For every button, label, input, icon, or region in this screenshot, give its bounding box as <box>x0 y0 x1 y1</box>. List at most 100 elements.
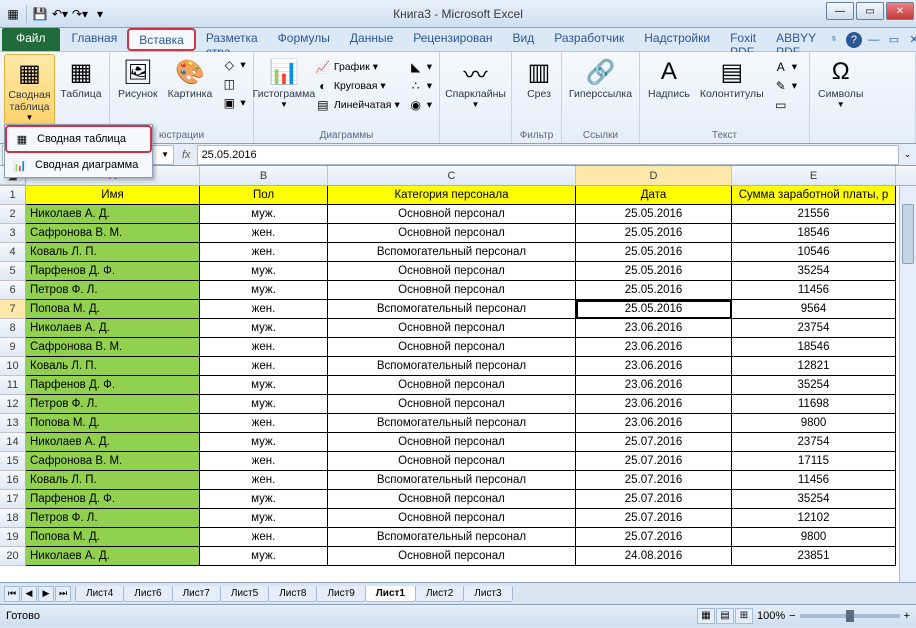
tab-formulas[interactable]: Формулы <box>268 28 340 51</box>
cell-date[interactable]: 25.05.2016 <box>576 243 732 262</box>
cell-category[interactable]: Основной персонал <box>328 452 576 471</box>
object-button[interactable]: ▭ <box>770 96 800 114</box>
picture-button[interactable]: 🖼 Рисунок <box>114 54 162 102</box>
view-normal-icon[interactable]: ▦ <box>697 608 715 624</box>
header-cell[interactable]: Дата <box>576 186 732 205</box>
row-header[interactable]: 15 <box>0 452 26 471</box>
cell-name[interactable]: Сафронова В. М. <box>26 452 200 471</box>
excel-icon[interactable]: ▦ <box>4 5 22 23</box>
cell-date[interactable]: 25.05.2016 <box>576 300 732 319</box>
cell-date[interactable]: 25.07.2016 <box>576 452 732 471</box>
doc-restore-icon[interactable]: ▭ <box>886 32 902 48</box>
cell-sex[interactable]: муж. <box>200 262 328 281</box>
menu-pivot-table[interactable]: ▦ Сводная таблица <box>5 125 152 153</box>
tab-foxit[interactable]: Foxit PDF <box>720 28 766 51</box>
redo-icon[interactable]: ↷▾ <box>71 5 89 23</box>
cell-name[interactable]: Коваль Л. П. <box>26 243 200 262</box>
undo-icon[interactable]: ↶▾ <box>51 5 69 23</box>
sheet-tab[interactable]: Лист8 <box>268 586 317 602</box>
cell-name[interactable]: Парфенов Д. Ф. <box>26 262 200 281</box>
cell-name[interactable]: Попова М. Д. <box>26 414 200 433</box>
cell-category[interactable]: Вспомогательный персонал <box>328 243 576 262</box>
col-header-e[interactable]: E <box>732 166 896 185</box>
cell-name[interactable]: Николаев А. Д. <box>26 205 200 224</box>
row-header[interactable]: 16 <box>0 471 26 490</box>
cell-sex[interactable]: муж. <box>200 490 328 509</box>
slicer-button[interactable]: ▥ Срез <box>516 54 562 102</box>
zoom-slider[interactable] <box>800 614 900 618</box>
cell-sum[interactable]: 12821 <box>732 357 896 376</box>
sheet-tab[interactable]: Лист1 <box>365 586 416 602</box>
sheet-tab[interactable]: Лист3 <box>463 586 512 602</box>
cell-sex[interactable]: муж. <box>200 509 328 528</box>
wordart-button[interactable]: A▾ <box>770 58 800 76</box>
chart-area-button[interactable]: ◣▾ <box>405 58 435 76</box>
tab-view[interactable]: Вид <box>503 28 545 51</box>
clipart-button[interactable]: 🎨 Картинка <box>164 54 217 102</box>
row-header[interactable]: 1 <box>0 186 26 205</box>
cell-sex[interactable]: жен. <box>200 338 328 357</box>
cell-sum[interactable]: 35254 <box>732 376 896 395</box>
cell-category[interactable]: Вспомогательный персонал <box>328 528 576 547</box>
tab-addins[interactable]: Надстройки <box>634 28 720 51</box>
cell-sex[interactable]: жен. <box>200 243 328 262</box>
zoom-level[interactable]: 100% <box>757 610 785 622</box>
minimize-button[interactable]: — <box>826 2 854 20</box>
cell-sum[interactable]: 11698 <box>732 395 896 414</box>
cell-sex[interactable]: муж. <box>200 205 328 224</box>
cell-sum[interactable]: 9800 <box>732 414 896 433</box>
sparklines-button[interactable]: 〰 Спарклайны ▼ <box>444 54 507 111</box>
cell-name[interactable]: Попова М. Д. <box>26 300 200 319</box>
cell-sex[interactable]: муж. <box>200 395 328 414</box>
cell-category[interactable]: Основной персонал <box>328 224 576 243</box>
cell-sum[interactable]: 12102 <box>732 509 896 528</box>
cell-category[interactable]: Основной персонал <box>328 262 576 281</box>
tab-home[interactable]: Главная <box>62 28 128 51</box>
cell-date[interactable]: 23.06.2016 <box>576 357 732 376</box>
tab-file[interactable]: Файл <box>2 28 60 51</box>
cell-date[interactable]: 25.05.2016 <box>576 262 732 281</box>
chart-scatter-button[interactable]: ∴▾ <box>405 77 435 95</box>
row-header[interactable]: 19 <box>0 528 26 547</box>
tab-insert[interactable]: Вставка <box>127 28 196 51</box>
cell-sum[interactable]: 9564 <box>732 300 896 319</box>
cell-sex[interactable]: муж. <box>200 376 328 395</box>
cell-date[interactable]: 25.07.2016 <box>576 433 732 452</box>
cell-name[interactable]: Петров Ф. Л. <box>26 509 200 528</box>
cell-sum[interactable]: 11456 <box>732 281 896 300</box>
row-header[interactable]: 17 <box>0 490 26 509</box>
cell-date[interactable]: 25.05.2016 <box>576 205 732 224</box>
chart-other-button[interactable]: ◉▾ <box>405 96 435 114</box>
row-header[interactable]: 6 <box>0 281 26 300</box>
cell-category[interactable]: Основной персонал <box>328 205 576 224</box>
cell-category[interactable]: Основной персонал <box>328 433 576 452</box>
col-header-c[interactable]: C <box>328 166 576 185</box>
cell-sex[interactable]: муж. <box>200 319 328 338</box>
qat-more-icon[interactable]: ▾ <box>91 5 109 23</box>
row-header[interactable]: 10 <box>0 357 26 376</box>
sheet-tab[interactable]: Лист9 <box>316 586 365 602</box>
cell-category[interactable]: Основной персонал <box>328 338 576 357</box>
row-header[interactable]: 8 <box>0 319 26 338</box>
fx-icon[interactable]: fx <box>176 149 197 161</box>
cell-name[interactable]: Сафронова В. М. <box>26 224 200 243</box>
cell-sum[interactable]: 23754 <box>732 319 896 338</box>
doc-close-icon[interactable]: ✕ <box>906 32 916 48</box>
screenshot-button[interactable]: ▣▾ <box>218 94 248 112</box>
zoom-in-button[interactable]: + <box>904 610 910 622</box>
cell-name[interactable]: Коваль Л. П. <box>26 357 200 376</box>
row-header[interactable]: 3 <box>0 224 26 243</box>
cell-sex[interactable]: жен. <box>200 452 328 471</box>
header-cell[interactable]: Имя <box>26 186 200 205</box>
cell-sum[interactable]: 21556 <box>732 205 896 224</box>
symbols-button[interactable]: Ω Символы ▼ <box>814 54 867 111</box>
cell-category[interactable]: Основной персонал <box>328 376 576 395</box>
cell-name[interactable]: Николаев А. Д. <box>26 547 200 566</box>
cell-date[interactable]: 23.06.2016 <box>576 338 732 357</box>
cell-sex[interactable]: жен. <box>200 224 328 243</box>
sheet-tab[interactable]: Лист2 <box>415 586 464 602</box>
cell-date[interactable]: 25.07.2016 <box>576 490 732 509</box>
header-cell[interactable]: Категория персонала <box>328 186 576 205</box>
cell-category[interactable]: Вспомогательный персонал <box>328 300 576 319</box>
sheet-nav-first[interactable]: ⏮ <box>4 586 20 602</box>
